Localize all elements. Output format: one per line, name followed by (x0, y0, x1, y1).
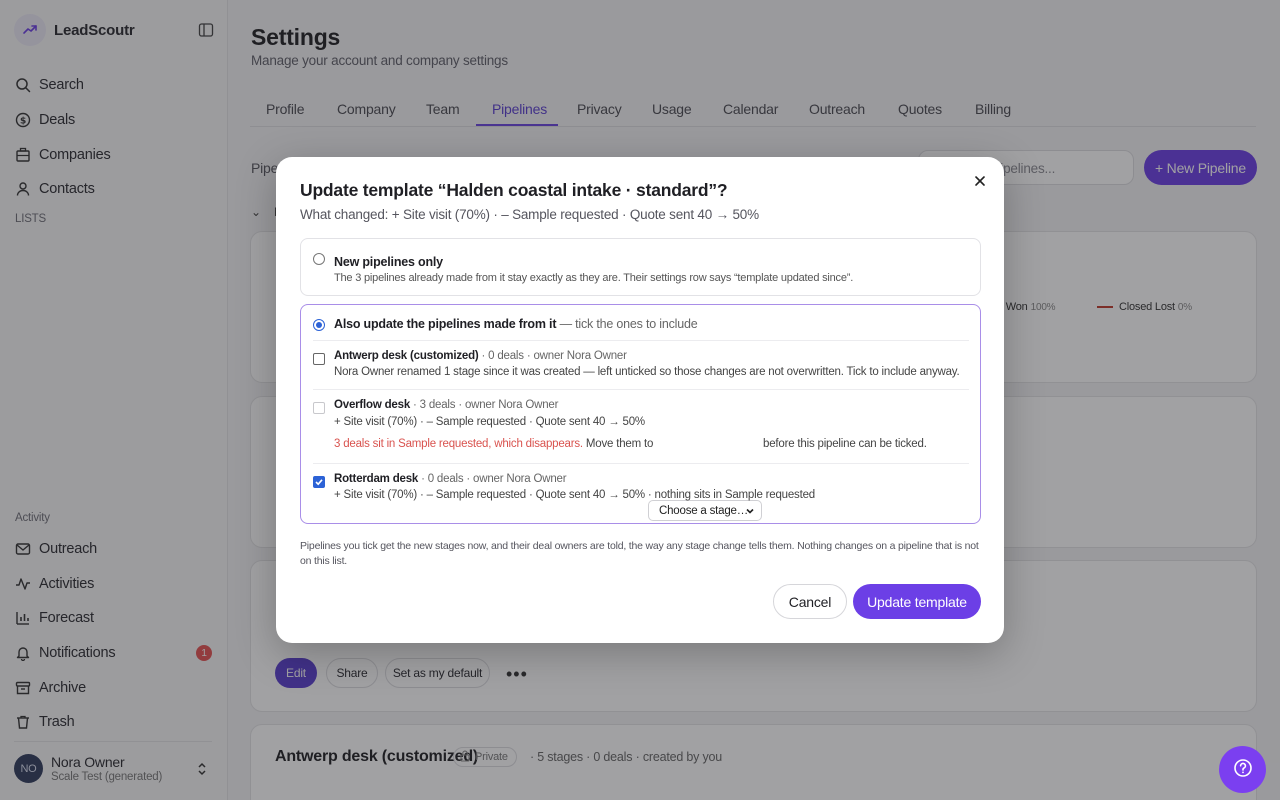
rotterdam-meta: · 0 deals · owner Nora Owner (418, 473, 567, 485)
option-new-title: New pipelines only (334, 255, 443, 269)
overflow-move-prefix: Move them to (582, 438, 654, 450)
row-divider (313, 340, 969, 341)
overflow-name: Overflow desk (334, 399, 411, 411)
dialog-title: Update template “Halden coastal intake ·… (300, 180, 728, 200)
radio-also-update[interactable] (313, 319, 325, 331)
radio-new-only[interactable] (313, 253, 325, 265)
option-new-pipelines-only[interactable]: New pipelines only The 3 pipelines alrea… (300, 238, 981, 296)
rotterdam-title: Rotterdam desk · 0 deals · owner Nora Ow… (334, 473, 567, 485)
rotterdam-changes: + Site visit (70%) · – Sample requested … (334, 489, 815, 501)
option-also-title: Also update the pipelines made from it —… (334, 317, 698, 331)
chevron-down-icon (745, 506, 755, 516)
rotterdam-name: Rotterdam desk (334, 473, 419, 485)
dialog-footer-note: Pipelines you tick get the new stages no… (300, 540, 979, 567)
close-icon[interactable] (972, 173, 988, 189)
antwerp-note: Nora Owner renamed 1 stage since it was … (334, 366, 960, 378)
antwerp-name: Antwerp desk (customized) (334, 350, 479, 362)
update-template-button[interactable]: Update template (853, 584, 981, 619)
stage-select-value: Choose a stage… (659, 504, 749, 517)
help-button[interactable] (1219, 746, 1266, 793)
row-divider (313, 463, 969, 464)
overflow-warning-line: 3 deals sit in Sample requested, which d… (334, 438, 653, 450)
overflow-changes: + Site visit (70%) · – Sample requested … (334, 416, 645, 428)
row-divider (313, 389, 969, 390)
cancel-button[interactable]: Cancel (773, 584, 847, 619)
overflow-move-suffix: before this pipeline can be ticked. (763, 438, 927, 450)
checkbox-overflow[interactable] (313, 402, 325, 414)
antwerp-title: Antwerp desk (customized) · 0 deals · ow… (334, 350, 627, 362)
overflow-title: Overflow desk · 3 deals · owner Nora Own… (334, 399, 558, 411)
overflow-meta: · 3 deals · owner Nora Owner (410, 399, 559, 411)
antwerp-meta: · 0 deals · owner Nora Owner (478, 350, 627, 362)
dialog-subtitle: What changed: + Site visit (70%) · – Sam… (300, 207, 759, 222)
overflow-warning: 3 deals sit in Sample requested, which d… (334, 438, 583, 450)
stage-select[interactable]: Choose a stage… (648, 500, 762, 521)
checkbox-rotterdam[interactable] (313, 476, 325, 488)
checkbox-antwerp[interactable] (313, 353, 325, 365)
option-also-hint: — tick the ones to include (556, 317, 698, 331)
option-also-update[interactable]: Also update the pipelines made from it —… (300, 304, 981, 524)
help-icon (1233, 758, 1253, 781)
option-also-title-text: Also update the pipelines made from it (334, 317, 557, 331)
update-template-dialog: Update template “Halden coastal intake ·… (276, 157, 1004, 643)
option-new-desc: The 3 pipelines already made from it sta… (334, 272, 854, 284)
